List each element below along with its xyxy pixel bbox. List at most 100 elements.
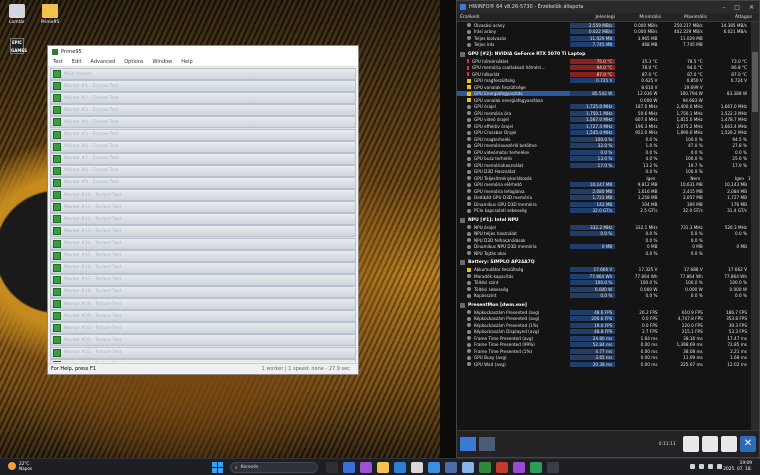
sensor-group-header[interactable]: Battery: SIMPLO AP24A7Q [457,258,751,267]
report-icon[interactable] [702,436,718,452]
worker-window[interactable]: Worker #16 - Torture Test [50,261,356,274]
worker-window[interactable]: Worker #2 - Torture Test [50,92,356,105]
sensor-row[interactable]: Frame Time Presented (99%) 52.84 ms 0.00 m… [457,342,751,349]
sensor-row[interactable]: Dinamikus NPU D3D memória 0 MB 0 MB 0 MB 0 M… [457,244,751,251]
hwinfo-window[interactable]: HWiNFO® 64 v8.26-5730 - Érzékelők állapo… [456,0,760,458]
sensor-row[interactable]: GPU effektív órajel 1,727.4 MHz 196.3 MHz 2… [457,123,751,130]
sensor-group-header[interactable]: GPU [#2]: NVIDIA GeForce RTX 5070 Ti Lap… [457,50,751,58]
sensor-row[interactable]: GPU Busy (avg) 3.65 ms 0.00 ms 11.09 ms 1.68… [457,355,751,362]
sensor-row[interactable]: Dinamikus GPU D3D memória 142 MB 104 MB 306… [457,201,751,208]
search-box[interactable]: ⌕ Keresés [230,462,318,473]
worker-window[interactable]: Worker #10 - Torture Test [50,189,356,202]
menu-advanced[interactable]: Advanced [91,59,116,65]
prime95-window[interactable]: Prime95 Test Edit Advanced Options Windo… [47,45,359,375]
worker-window[interactable]: Worker #15 - Torture Test [50,249,356,262]
sensor-row[interactable]: Töltési szint 100.0 % 100.0 % 100.0 % 100.0 … [457,280,751,287]
sensor-row[interactable]: Olvasási arány 2.559 MB/s 0.000 MB/s 250.21… [457,22,751,29]
sensor-row[interactable]: GPU órajel 1,725.0 MHz 187.0 MHz 2,400.0 MH… [457,104,751,111]
worker-window[interactable]: Worker #20 - Torture Test [50,310,356,323]
sensor-row[interactable]: Akkumulátor feszültség 17.666 V 17.325 V 17… [457,267,751,274]
worker-window[interactable]: Worker #7 - Torture Test [50,152,356,165]
sensor-row[interactable]: Képkockaszám Presented (1%) 19.0 FPS 0.0 F… [457,322,751,329]
sensor-row[interactable]: GPU magfeszültség 0.725 V 0.625 V 0.850 V 0.… [457,78,751,85]
sensor-row[interactable]: GPU hőkorlát 87.0 °C 87.0 °C 87.0 °C 87.0 °C [457,71,751,78]
photos-icon[interactable] [445,462,457,473]
worker-window[interactable]: Worker #14 - Torture Test [50,237,356,250]
maximize-icon[interactable]: □ [734,4,740,11]
clock[interactable]: 19:09 2025. 07. 18. [723,461,752,472]
worker-window[interactable]: Worker #24 - Torture Test [50,358,356,362]
worker-window[interactable]: Worker #3 - Torture Test [50,104,356,117]
hwinfo-titlebar[interactable]: HWiNFO® 64 v8.26-5730 - Érzékelők állapo… [457,1,759,13]
sensor-row[interactable]: GPU memóriahasználat 17.0 % 13.2 % 19.7 % 17… [457,162,751,169]
sensor-row[interactable]: Képkockaszám Presented (avg) 48.6 FPS 26.2… [457,309,751,316]
dropbox-icon[interactable] [428,462,440,473]
sensor-row[interactable]: GPU videómotor terhelése 0.0 % 0.0 % 0.0 % 0… [457,149,751,156]
prime95-taskbar-icon[interactable] [479,462,491,473]
worker-window[interactable]: Worker #8 - Torture Test [50,164,356,177]
sensor-row[interactable]: GPU memóriavezérlő betöltve 32.0 % 1.0 % 47… [457,143,751,150]
scrollbar-thumb[interactable] [752,52,758,112]
hwinfo-taskbar-icon[interactable] [496,462,508,473]
col-sensor[interactable]: Érzékelő [457,15,572,20]
worker-window[interactable]: Main thread [50,68,356,80]
terminal-icon[interactable] [547,462,559,473]
worker-window[interactable]: Worker #9 - Torture Test [50,176,356,189]
menu-edit[interactable]: Edit [72,59,82,65]
nvidia-icon[interactable] [530,462,542,473]
sensor-row[interactable]: PCIe kapcsolati sebesség 32.0 GT/s 2.5 GT/… [457,208,751,215]
sensor-row[interactable]: GPU memória óra 1,750.1 MHz 50.6 MHz 1,750.… [457,110,751,117]
edge-icon[interactable] [394,462,406,473]
prime95-titlebar[interactable]: Prime95 [48,46,358,58]
menu-help[interactable]: Help [181,59,192,65]
col-minimum[interactable]: Minimális [618,15,664,20]
sensor-row[interactable]: Dedikált GPU D3D memória 1,722 MB 1,258 MB… [457,195,751,202]
nav-forward-icon[interactable] [479,437,495,451]
sensor-row[interactable]: GPU Energiafogyasztás 85.542 W 12.636 W 100… [457,91,751,98]
worker-window[interactable]: Worker #1 - Torture Test [50,80,356,93]
worker-window[interactable]: Worker #19 - Torture Test [50,298,356,311]
sensor-row[interactable]: GPU memória elérhető 10,147 MB 9,812 MB 10,… [457,182,751,189]
task-view-icon[interactable] [343,462,355,473]
sensor-row[interactable]: GPU memória csatlakozó hőmérs... 94.0 °C 7… [457,65,751,72]
sensor-row[interactable]: GPU memória lefoglalva 2,080 MB 1,616 MB 2,… [457,188,751,195]
worker-window[interactable]: Worker #22 - Torture Test [50,334,356,347]
worker-window[interactable]: Worker #4 - Torture Test [50,116,356,129]
minimize-icon[interactable]: – [722,4,725,11]
app-icon[interactable] [462,462,474,473]
sensor-row[interactable]: Frame Time Presented (avg) 24.66 ms 1.64 m… [457,335,751,342]
widgets-icon[interactable] [326,462,338,473]
worker-window[interactable]: Worker #13 - Torture Test [50,225,356,238]
file-explorer-icon[interactable] [377,462,389,473]
sensor-row[interactable]: GPU magterhelés 100.0 % 0.0 % 100.0 % 94.5 % [457,136,751,143]
sensor-scrollbar[interactable] [751,22,759,430]
menu-window[interactable]: Window [153,59,173,65]
clock-icon[interactable] [683,436,699,452]
desktop-icon-epic[interactable]: EPIC GAMES [2,38,32,56]
sensor-row[interactable]: NPU Tojtás okai 0.0 % 0.0 % [457,250,751,257]
sensor-row[interactable]: GPU Crossbar Órajel 1,545.0 MHz 952.0 MHz 1… [457,130,751,137]
sensor-row[interactable]: NPU teljes használat 0.0 % 0.0 % 0.0 % 0.0 % [457,231,751,238]
sensor-row[interactable]: Töltési sebesség 0.000 W 0.000 W 0.000 W 0.0… [457,286,751,293]
worker-window[interactable]: Worker #17 - Torture Test [50,273,356,286]
sensor-row[interactable]: Képkockaszám Presented (avg) 206.6 FPS 0.0… [457,316,751,323]
battery-icon[interactable] [717,464,722,469]
sensor-row[interactable]: Maradék kapacitás 77.864 Wh 77.864 Wh 77.86… [457,273,751,280]
sensor-row[interactable]: Írási arány 0.022 MB/s 0.000 MB/s 402.229 M… [457,29,751,36]
media-icon[interactable] [513,462,525,473]
sensor-row[interactable]: GPU Wait (avg) 20.38 ms 0.00 ms 225.67 ms 12… [457,361,751,368]
menu-options[interactable]: Options [124,59,143,65]
worker-window[interactable]: Worker #21 - Torture Test [50,322,356,335]
menu-test[interactable]: Test [53,59,63,65]
start-button[interactable] [212,462,223,473]
desktop-icon-recycle-bin[interactable]: Lomtár [2,4,32,25]
sensor-group-header[interactable]: NPU [#1]: Intel NPU [457,216,751,224]
store-icon[interactable] [411,462,423,473]
worker-window[interactable]: Worker #6 - Torture Test [50,140,356,153]
worker-window[interactable]: Worker #12 - Torture Test [50,213,356,226]
volume-icon[interactable] [708,464,713,469]
worker-window[interactable]: Worker #11 - Torture Test [50,201,356,214]
col-maximum[interactable]: Maximális [664,15,710,20]
worker-window[interactable]: Worker #5 - Torture Test [50,128,356,141]
col-average[interactable]: Átlagos [710,15,756,20]
